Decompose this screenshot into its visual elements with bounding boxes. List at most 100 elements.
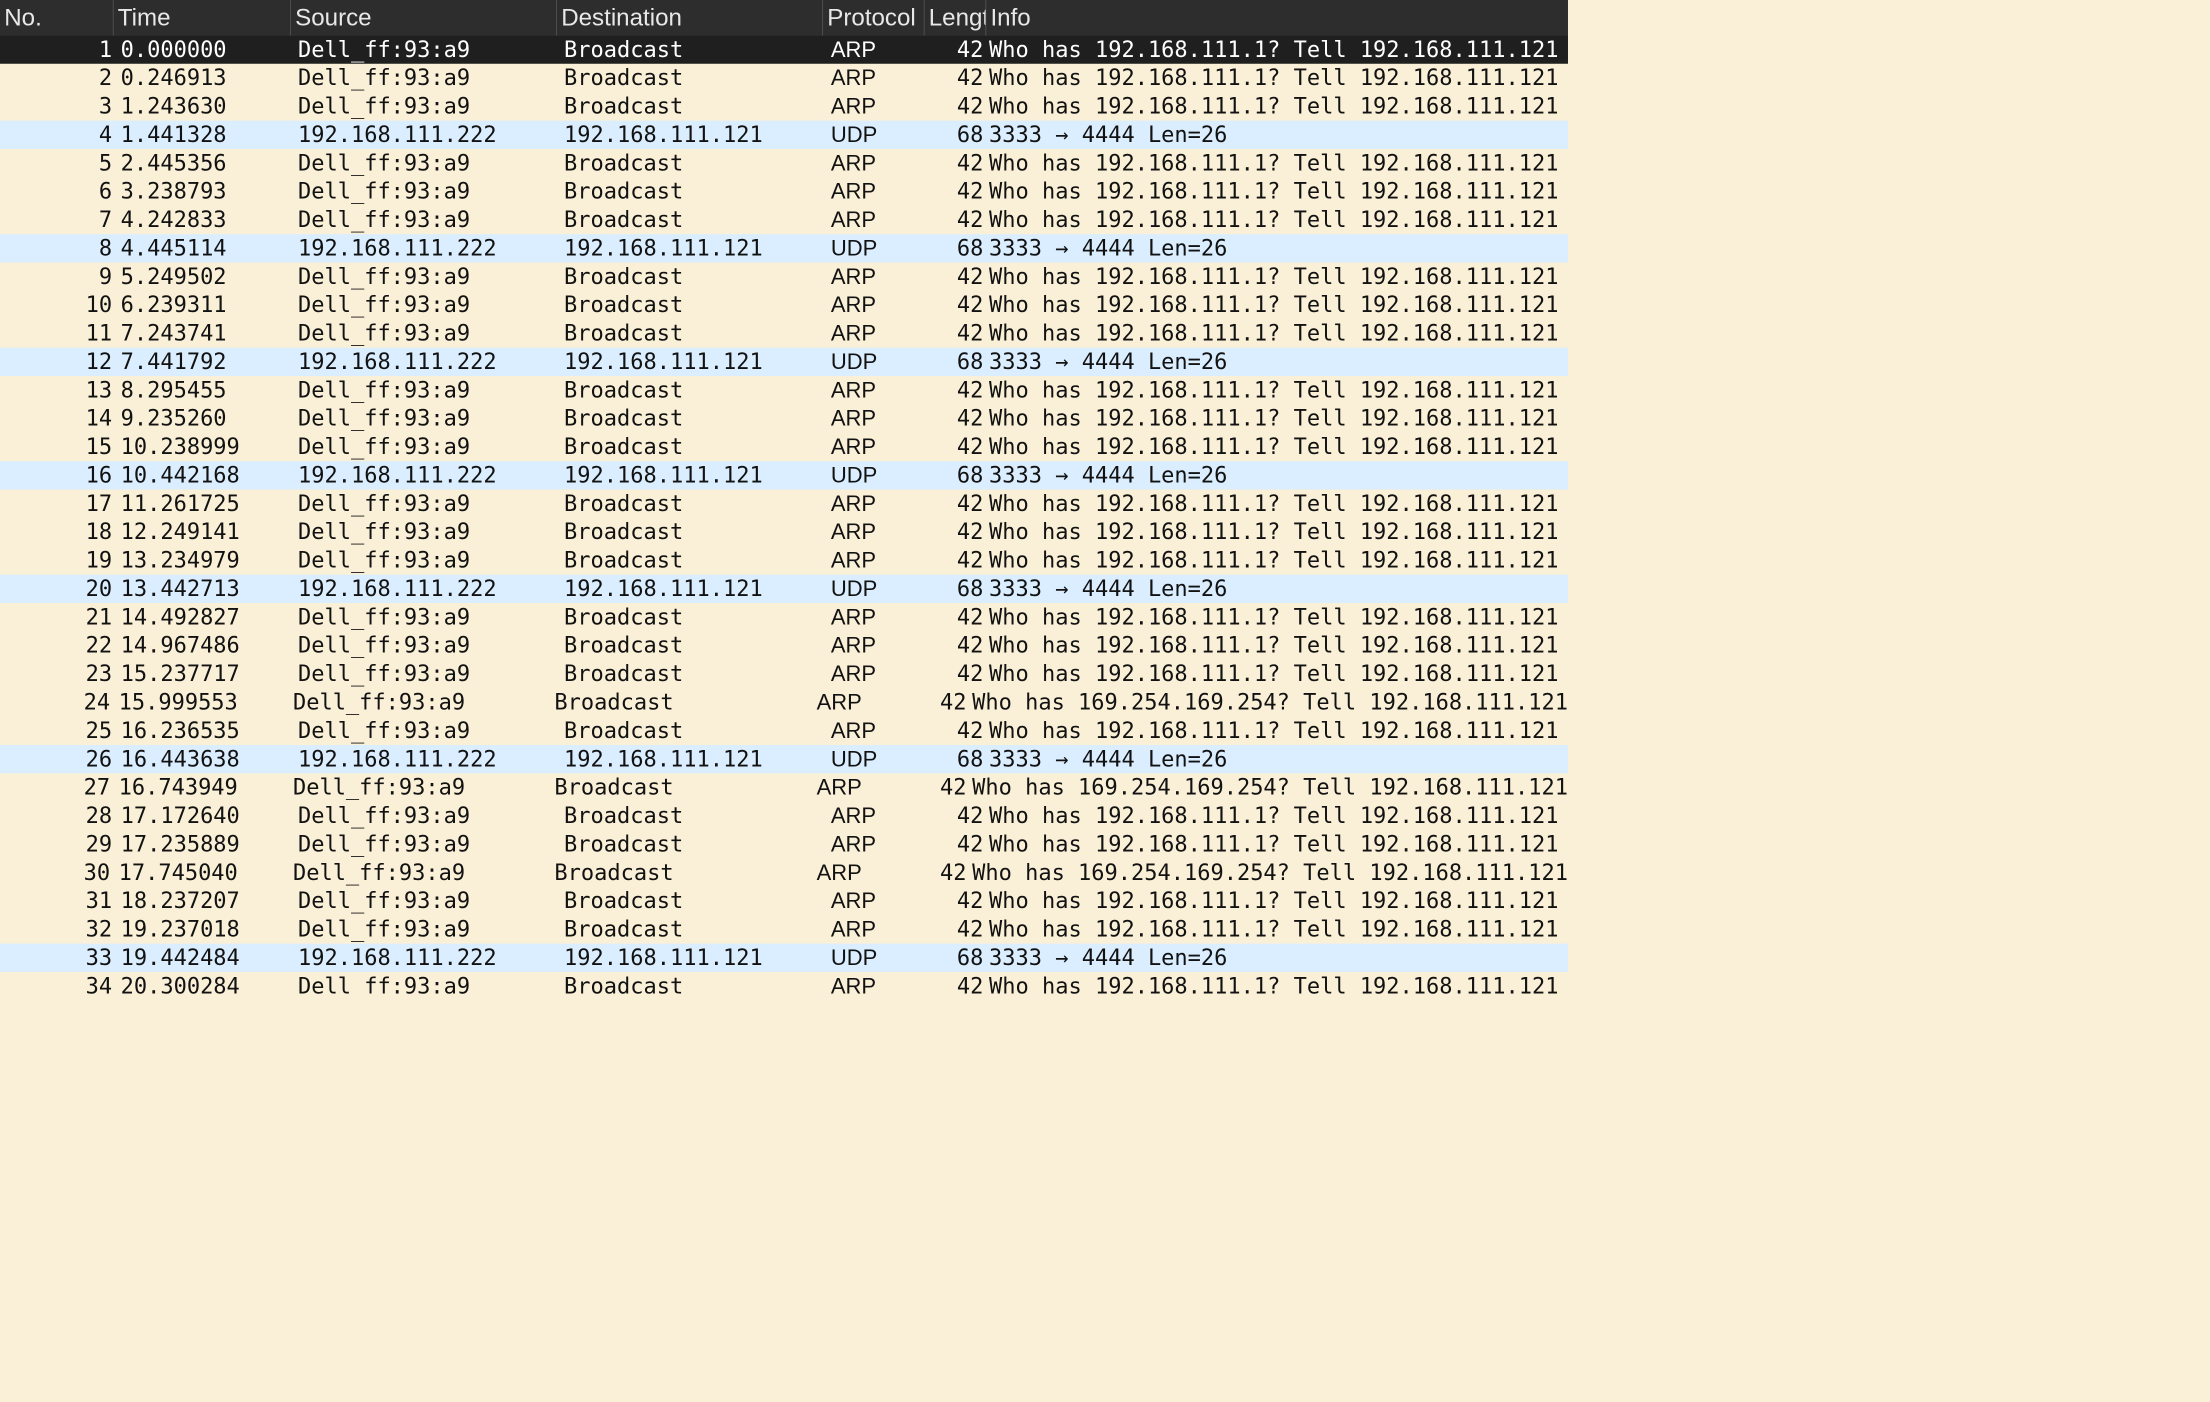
packet-row[interactable]: 26 16.443638 192.168.111.222 192.168.111.12… (0, 744, 1568, 774)
packet-destination: Broadcast (564, 547, 684, 574)
packet-destination: 192.168.111.121 (564, 349, 763, 375)
packet-source: 192.168.111.222 (297, 462, 497, 489)
packet-row[interactable]: 24 15.999553 Dell_ff:93:a9 Broadcast ARP 42 Wh… (0, 688, 1568, 717)
packet-destination: Broadcast (564, 178, 684, 205)
packet-source: Dell_ff:93:a9 (297, 292, 471, 318)
packet-row[interactable]: 28 17.172640 Dell_ff:93:a9 Broadcast ARP 42 Wh… (0, 801, 1568, 831)
packet-time: 3.238793 (120, 178, 227, 205)
packet-row[interactable]: 3 1.243630 Dell_ff:93:a9 Broadcast ARP 42 Who … (0, 92, 1568, 121)
packet-destination: Broadcast (564, 718, 684, 744)
packet-list-table[interactable]: No. Time Source Destination Protocol Len… (0, 0, 1568, 995)
packet-row[interactable]: 19 13.234979 Dell_ff:93:a9 Broadcast ARP 42 Wh… (0, 546, 1568, 575)
column-header-time[interactable]: Time (114, 0, 291, 36)
column-header-protocol[interactable]: Protocol (823, 0, 925, 36)
packet-row[interactable]: 33 19.442484 192.168.111.222 192.168.111.12… (0, 943, 1568, 973)
packet-time: 10.238999 (120, 434, 240, 460)
packet-length: 68 (956, 122, 984, 148)
packet-info: 3333 → 4444 Len=26 (989, 746, 1228, 772)
packet-row[interactable]: 11 7.243741 Dell_ff:93:a9 Broadcast ARP 42 Who… (0, 319, 1568, 348)
packet-length: 68 (956, 945, 984, 971)
packet-row[interactable]: 13 8.295455 Dell_ff:93:a9 Broadcast ARP 42 Who… (0, 376, 1568, 405)
packet-rows: 1 0.000000 Dell_ff:93:a9 Broadcast ARP 42 Who … (0, 35, 1568, 995)
packet-protocol: ARP (830, 434, 877, 460)
column-header-info[interactable]: Info (986, 0, 1568, 35)
packet-time: 10.442168 (120, 462, 240, 489)
packet-destination: Broadcast (564, 292, 684, 318)
packet-source: 192.168.111.222 (297, 235, 497, 262)
packet-no: 12 (85, 349, 113, 375)
column-header-no[interactable]: No. (0, 0, 114, 36)
packet-source: Dell_ff:93:a9 (292, 774, 466, 801)
packet-row[interactable]: 29 17.235889 Dell_ff:93:a9 Broadcast ARP 42 Wh… (0, 830, 1568, 859)
packet-row[interactable]: 10 6.239311 Dell_ff:93:a9 Broadcast ARP 42 Who… (0, 290, 1568, 320)
packet-row[interactable]: 2 0.246913 Dell_ff:93:a9 Broadcast ARP 42 Who … (0, 63, 1568, 93)
packet-length: 42 (956, 973, 984, 995)
packet-no: 1 (98, 36, 113, 63)
packet-length: 42 (956, 547, 984, 574)
packet-source: Dell_ff:93:a9 (297, 916, 471, 943)
packet-length: 42 (956, 93, 984, 120)
packet-info: Who has 192.168.111.1? Tell 192.168.111.… (989, 292, 1559, 318)
packet-length: 42 (956, 490, 984, 517)
packet-row[interactable]: 14 9.235260 Dell_ff:93:a9 Broadcast ARP 42 Who… (0, 404, 1568, 433)
packet-protocol: ARP (830, 888, 877, 914)
packet-time: 16.236535 (120, 718, 240, 744)
column-header-source[interactable]: Source (291, 0, 557, 36)
packet-row[interactable]: 5 2.445356 Dell_ff:93:a9 Broadcast ARP 42 Who … (0, 148, 1568, 178)
packet-row[interactable]: 18 12.249141 Dell_ff:93:a9 Broadcast ARP 42 Wh… (0, 517, 1568, 547)
packet-source: Dell_ff:93:a9 (297, 150, 471, 176)
packet-row[interactable]: 15 10.238999 Dell_ff:93:a9 Broadcast ARP 42 Wh… (0, 432, 1568, 462)
packet-time: 7.243741 (120, 320, 227, 347)
packet-row[interactable]: 32 19.237018 Dell_ff:93:a9 Broadcast ARP 42 Wh… (0, 915, 1568, 944)
packet-row[interactable]: 6 3.238793 Dell_ff:93:a9 Broadcast ARP 42 Who … (0, 177, 1568, 206)
packet-length: 68 (956, 746, 984, 772)
packet-length: 68 (956, 349, 984, 375)
packet-row[interactable]: 7 4.242833 Dell_ff:93:a9 Broadcast ARP 42 Who … (0, 205, 1568, 235)
packet-no: 14 (85, 405, 113, 432)
column-header-length[interactable]: Lengt (924, 0, 987, 36)
packet-row[interactable]: 30 17.745040 Dell_ff:93:a9 Broadcast ARP 42 Wh… (0, 858, 1568, 887)
packet-source: Dell_ff:93:a9 (297, 831, 471, 858)
packet-source: Dell_ff:93:a9 (297, 207, 471, 233)
packet-row[interactable]: 31 18.237207 Dell_ff:93:a9 Broadcast ARP 42 Wh… (0, 886, 1568, 916)
packet-destination: Broadcast (564, 632, 684, 659)
packet-row[interactable]: 34 20.300284 Dell_ff:93:a9 Broadcast ARP 42 Wh… (0, 972, 1568, 995)
packet-destination: Broadcast (564, 36, 684, 63)
packet-protocol: ARP (816, 859, 862, 885)
packet-destination: Broadcast (564, 831, 684, 858)
packet-time: 4.242833 (120, 207, 227, 233)
packet-row[interactable]: 17 11.261725 Dell_ff:93:a9 Broadcast ARP 42 Wh… (0, 489, 1568, 518)
packet-protocol: ARP (830, 803, 877, 828)
packet-row[interactable]: 8 4.445114 192.168.111.222 192.168.111.121 U… (0, 234, 1568, 263)
packet-row[interactable]: 25 16.236535 Dell_ff:93:a9 Broadcast ARP 42 Wh… (0, 716, 1568, 745)
packet-destination: Broadcast (554, 859, 674, 886)
packet-destination: Broadcast (564, 916, 684, 943)
packet-protocol: ARP (830, 718, 877, 743)
packet-row[interactable]: 4 1.441328 192.168.111.222 192.168.111.121 U… (0, 120, 1568, 149)
packet-row[interactable]: 21 14.492827 Dell_ff:93:a9 Broadcast ARP 42 Wh… (0, 603, 1568, 632)
column-header-destination[interactable]: Destination (557, 0, 824, 36)
packet-length: 42 (956, 377, 984, 403)
packet-row[interactable]: 20 13.442713 192.168.111.222 192.168.111.12… (0, 574, 1568, 604)
packet-no: 6 (98, 178, 113, 205)
packet-row[interactable]: 1 0.000000 Dell_ff:93:a9 Broadcast ARP 42 Who … (0, 35, 1568, 64)
packet-info: 3333 → 4444 Len=26 (989, 235, 1228, 262)
packet-time: 1.441328 (120, 122, 227, 148)
packet-protocol: UDP (830, 576, 878, 601)
packet-row[interactable]: 12 7.441792 192.168.111.222 192.168.111.121… (0, 347, 1568, 377)
packet-time: 16.443638 (120, 746, 240, 772)
packet-destination: Broadcast (564, 490, 684, 517)
packet-row[interactable]: 22 14.967486 Dell_ff:93:a9 Broadcast ARP 42 Wh… (0, 631, 1568, 660)
packet-source: Dell_ff:93:a9 (297, 547, 471, 574)
packet-source: 192.168.111.222 (297, 576, 497, 602)
packet-no: 13 (85, 377, 113, 403)
packet-destination: Broadcast (564, 519, 684, 545)
packet-row[interactable]: 27 16.743949 Dell_ff:93:a9 Broadcast ARP 42 Wh… (0, 773, 1568, 802)
packet-length: 68 (956, 462, 984, 489)
packet-row[interactable]: 9 5.249502 Dell_ff:93:a9 Broadcast ARP 42 Who … (0, 262, 1568, 291)
packet-no: 29 (85, 831, 113, 858)
packet-source: 192.168.111.222 (297, 122, 497, 148)
packet-info: Who has 192.168.111.1? Tell 192.168.111.… (989, 65, 1559, 91)
packet-row[interactable]: 16 10.442168 192.168.111.222 192.168.111.12… (0, 461, 1568, 490)
packet-row[interactable]: 23 15.237717 Dell_ff:93:a9 Broadcast ARP 42 Wh… (0, 659, 1568, 689)
